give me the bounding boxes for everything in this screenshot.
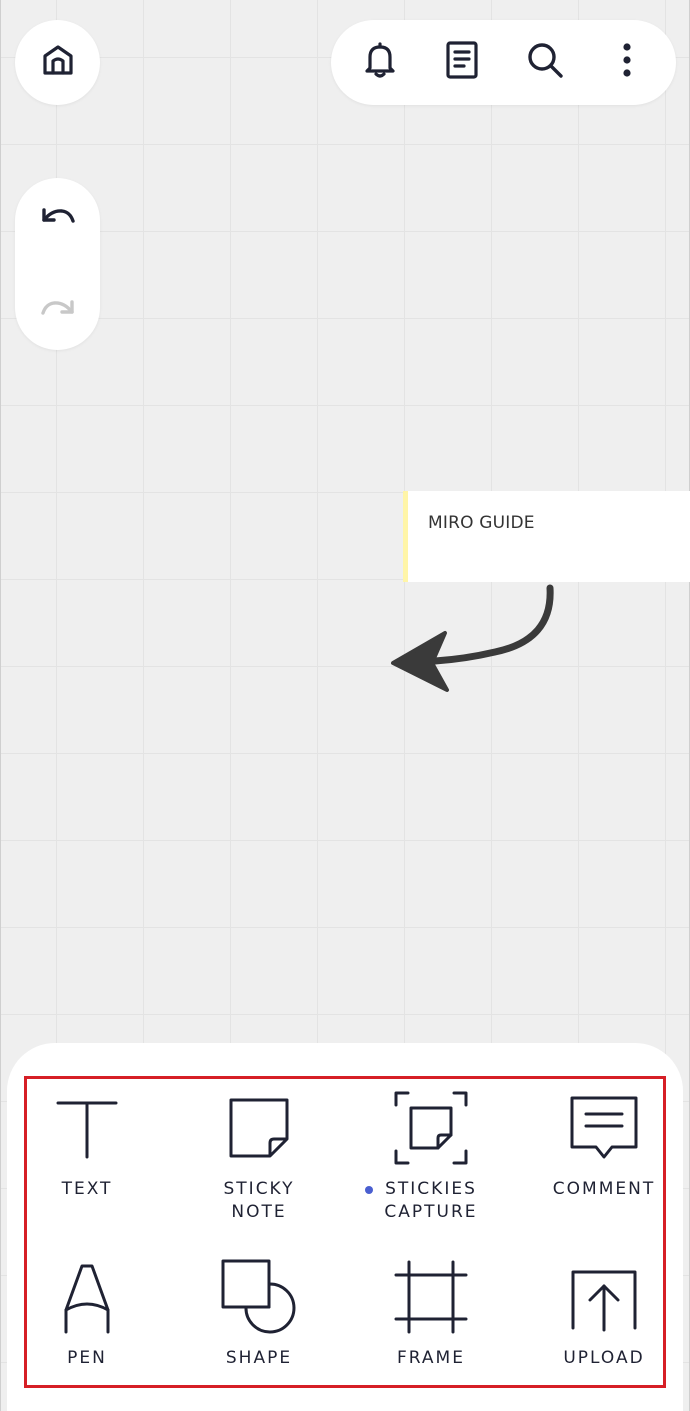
search-button[interactable] xyxy=(515,33,575,93)
history-controls xyxy=(15,178,100,350)
bell-icon xyxy=(362,41,398,84)
redo-button[interactable] xyxy=(28,277,88,337)
tool-label: UPLOAD xyxy=(563,1348,645,1368)
tool-label: PEN xyxy=(67,1348,107,1368)
sticky-note[interactable]: MIRO GUIDE xyxy=(403,491,690,582)
board-info-button[interactable] xyxy=(432,33,492,93)
notifications-button[interactable] xyxy=(350,33,410,93)
top-action-bar xyxy=(331,20,676,105)
upload-icon xyxy=(564,1257,644,1337)
more-options-button[interactable] xyxy=(597,33,657,93)
home-button[interactable] xyxy=(15,20,100,105)
tool-label: STICKIES CAPTURE xyxy=(384,1179,478,1222)
sticky-note-icon xyxy=(219,1088,299,1168)
curved-arrow-connector[interactable] xyxy=(385,580,565,700)
tool-label: COMMENT xyxy=(552,1179,656,1199)
tool-text[interactable]: TEXT xyxy=(7,1088,167,1201)
stickies-capture-icon xyxy=(391,1088,471,1168)
tool-label: TEXT xyxy=(61,1179,113,1199)
pen-icon xyxy=(47,1257,127,1337)
redo-icon xyxy=(40,291,76,324)
tool-label: FRAME xyxy=(397,1348,465,1368)
frame-icon xyxy=(391,1257,471,1337)
more-vertical-icon xyxy=(622,42,632,83)
sticky-note-text: MIRO GUIDE xyxy=(428,513,535,533)
tool-sticky-note[interactable]: STICKY NOTE xyxy=(179,1088,339,1224)
tool-comment[interactable]: COMMENT xyxy=(524,1088,684,1201)
shape-icon xyxy=(219,1257,299,1337)
tool-label: SHAPE xyxy=(225,1348,293,1368)
tool-pen[interactable]: PEN xyxy=(7,1257,167,1370)
tool-frame[interactable]: FRAME xyxy=(351,1257,511,1370)
tool-stickies-capture[interactable]: STICKIES CAPTURE xyxy=(351,1088,511,1224)
comment-icon xyxy=(564,1088,644,1168)
tool-upload[interactable]: UPLOAD xyxy=(524,1257,684,1370)
search-icon xyxy=(526,41,564,84)
new-feature-dot xyxy=(365,1186,373,1194)
undo-button[interactable] xyxy=(28,191,88,251)
home-icon xyxy=(40,42,76,83)
undo-icon xyxy=(40,205,76,238)
document-icon xyxy=(445,41,479,84)
tool-shape[interactable]: SHAPE xyxy=(179,1257,339,1370)
text-icon xyxy=(47,1088,127,1168)
tool-label: STICKY NOTE xyxy=(223,1179,295,1222)
